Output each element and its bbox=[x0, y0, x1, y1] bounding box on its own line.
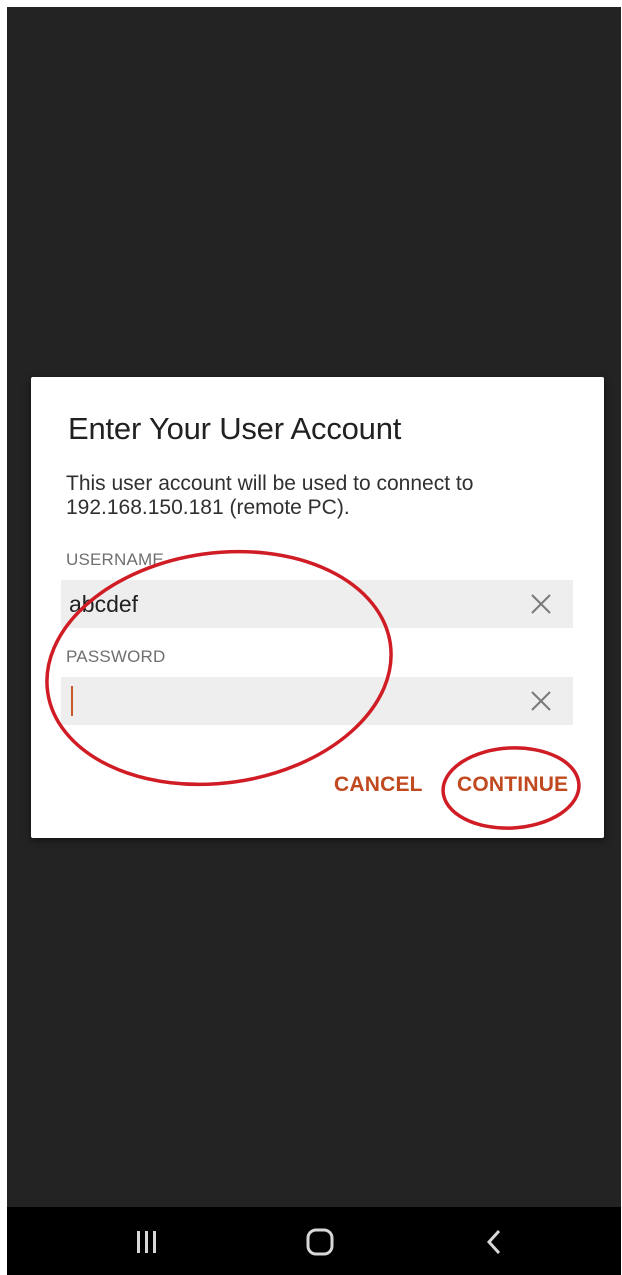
text-cursor bbox=[71, 686, 73, 716]
username-label: USERNAME bbox=[66, 550, 164, 569]
user-account-dialog: Enter Your User Account This user accoun… bbox=[31, 377, 604, 838]
dialog-message: This user account will be used to connec… bbox=[66, 472, 474, 519]
back-icon bbox=[486, 1229, 501, 1255]
password-clear-button[interactable] bbox=[529, 689, 553, 713]
back-button[interactable] bbox=[464, 1221, 524, 1261]
username-input[interactable] bbox=[69, 580, 509, 628]
cancel-button[interactable]: CANCEL bbox=[334, 773, 423, 797]
close-icon bbox=[531, 594, 551, 614]
username-clear-button[interactable] bbox=[529, 592, 553, 616]
continue-button[interactable]: CONTINUE bbox=[457, 773, 568, 797]
recents-icon bbox=[137, 1231, 156, 1253]
password-input[interactable] bbox=[69, 677, 509, 725]
username-field-container bbox=[61, 580, 573, 628]
system-navigation-bar bbox=[7, 1207, 621, 1275]
dialog-title: Enter Your User Account bbox=[68, 411, 402, 446]
home-button[interactable] bbox=[290, 1221, 350, 1261]
home-icon bbox=[306, 1228, 334, 1256]
recents-button[interactable] bbox=[117, 1221, 177, 1261]
password-field-container bbox=[61, 677, 573, 725]
close-icon bbox=[531, 691, 551, 711]
password-label: PASSWORD bbox=[66, 647, 166, 666]
